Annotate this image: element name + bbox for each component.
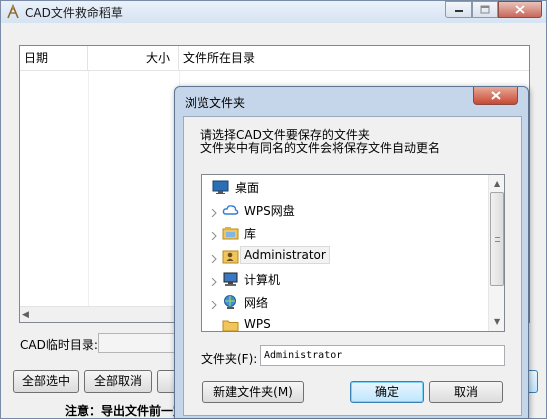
ok-button[interactable]: 确定	[350, 381, 424, 403]
expand-arrow-icon[interactable]	[211, 275, 217, 287]
expand-arrow-icon[interactable]	[211, 252, 217, 264]
tree-item-network[interactable]: 网络	[202, 291, 489, 313]
dialog-description-line2: 文件夹中有同名的文件会将保存文件自动更名	[200, 141, 441, 155]
scrollbar-grip	[495, 237, 500, 242]
tree-item-administrator[interactable]: Administrator	[202, 245, 489, 267]
minimize-icon	[454, 7, 464, 13]
column-header-directory[interactable]: 文件所在目录	[179, 46, 529, 71]
user-folder-icon	[222, 248, 239, 264]
tree-item-label: Administrator	[240, 246, 330, 264]
browse-folder-dialog: 浏览文件夹 请选择CAD文件要保存的文件夹 文件夹中有同名的文件会将保存文件自动…	[174, 86, 529, 419]
folder-tree[interactable]: 桌面 WPS网盘 库 Administrator 计算机 网络 WPS ▲ ▼	[201, 174, 505, 332]
expand-arrow-icon[interactable]	[211, 229, 217, 241]
app-logo-icon	[5, 3, 21, 20]
temp-dir-field[interactable]	[98, 333, 184, 353]
clear-all-button[interactable]: 全部取消	[84, 370, 152, 393]
tree-item-wps[interactable]: WPS	[202, 314, 489, 331]
main-titlebar[interactable]: CAD文件救命稻草	[1, 1, 546, 23]
cancel-button[interactable]: 取消	[429, 381, 503, 403]
tree-item-label: 计算机	[244, 273, 281, 287]
tree-item-label: WPS	[244, 317, 271, 331]
scroll-left-icon[interactable]: ◀	[22, 310, 29, 320]
column-header-size[interactable]: 大小	[88, 46, 179, 71]
folder-label: 文件夹(F):	[201, 352, 258, 366]
network-icon	[222, 294, 239, 310]
expand-arrow-icon[interactable]	[211, 206, 217, 218]
maximize-button[interactable]	[472, 1, 498, 18]
expand-arrow-icon[interactable]	[211, 298, 217, 310]
list-header: 日期 大小 文件所在目录	[20, 46, 529, 71]
tree-vertical-scrollbar[interactable]: ▲ ▼	[488, 175, 504, 331]
tree-item-label: WPS网盘	[244, 204, 295, 218]
tree-item-computer[interactable]: 计算机	[202, 268, 489, 290]
tree-item-desktop[interactable]: 桌面	[202, 176, 489, 198]
minimize-button[interactable]	[445, 1, 472, 18]
tree-item-library[interactable]: 库	[202, 222, 489, 244]
new-folder-button[interactable]: 新建文件夹(M)	[202, 381, 304, 403]
tree-item-label: 桌面	[235, 181, 260, 195]
folder-name-field[interactable]: Administrator	[260, 345, 505, 366]
close-icon	[490, 89, 501, 103]
temp-dir-label: CAD临时目录:	[20, 338, 98, 352]
folder-icon	[222, 317, 239, 331]
library-icon	[222, 225, 239, 241]
tree-item-wps-cloud[interactable]: WPS网盘	[202, 199, 489, 221]
scrollbar-thumb[interactable]	[490, 192, 504, 286]
maximize-icon	[480, 5, 490, 14]
close-icon	[515, 5, 525, 14]
dialog-close-button[interactable]	[473, 87, 518, 105]
scroll-up-icon[interactable]: ▲	[494, 179, 500, 188]
select-all-button[interactable]: 全部选中	[13, 370, 79, 393]
column-divider	[88, 71, 89, 311]
computer-icon	[222, 271, 239, 287]
tree-item-label: 库	[244, 227, 257, 241]
notice-text: 注意：导出文件前一定	[65, 404, 186, 418]
scroll-down-icon[interactable]: ▼	[494, 317, 500, 326]
cloud-icon	[222, 202, 239, 218]
tree-item-label: 网络	[244, 296, 269, 310]
dialog-title: 浏览文件夹	[185, 96, 246, 110]
dialog-body: 请选择CAD文件要保存的文件夹 文件夹中有同名的文件会将保存文件自动更名 桌面 …	[183, 116, 522, 416]
column-header-date[interactable]: 日期	[20, 46, 88, 71]
desktop-icon	[212, 179, 229, 195]
window-title: CAD文件救命稻草	[25, 6, 123, 20]
close-button[interactable]	[498, 1, 542, 18]
